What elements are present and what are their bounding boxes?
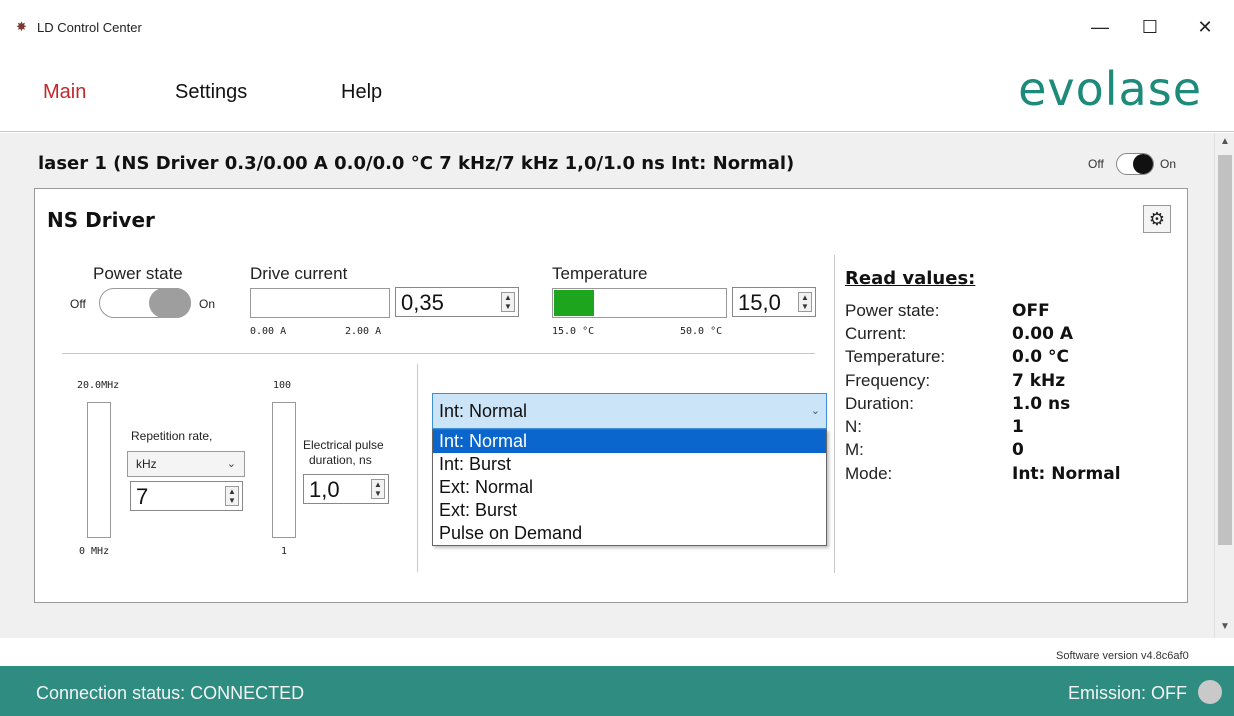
rv-label: Frequency: (845, 371, 931, 390)
rv-value: 0.00 A (1012, 324, 1074, 344)
pulse-label-line1: Electrical pulse (303, 438, 384, 452)
laser-summary: laser 1 (NS Driver 0.3/0.00 A 0.0/0.0 °C… (38, 153, 795, 174)
panel-title: NS Driver (47, 208, 155, 232)
maximize-button[interactable]: ☐ (1130, 12, 1170, 42)
brand-logo: evolase (1018, 62, 1202, 116)
laser-toggle-knob[interactable] (1133, 154, 1153, 174)
rep-rate-label: Repetition rate, (131, 429, 213, 443)
menu-help[interactable]: Help (341, 81, 382, 104)
chevron-down-icon: ⌄ (226, 458, 236, 470)
rv-label: Temperature: (845, 347, 946, 366)
drive-current-spin-icon[interactable]: ▲ ▼ (501, 292, 515, 312)
rv-value: 1.0 ns (1012, 394, 1071, 414)
laser-toggle-off-label: Off (1088, 157, 1104, 171)
mode-options-list: Int: Normal Int: Burst Ext: Normal Ext: … (432, 429, 827, 546)
panel-divider (62, 353, 815, 354)
vertical-divider-left (417, 364, 418, 572)
rep-rate-unit-value: kHz (136, 457, 157, 471)
minimize-button[interactable]: — (1080, 12, 1120, 42)
power-toggle-knob[interactable] (149, 288, 191, 318)
pulse-slider[interactable] (272, 402, 296, 538)
pulse-value[interactable]: 1,0 (309, 477, 340, 503)
rep-rate-top-label: 20.0MHz (77, 380, 120, 391)
temperature-label: Temperature (552, 264, 648, 283)
mode-option[interactable]: Int: Burst (433, 453, 826, 476)
scroll-up-icon[interactable]: ▲ (1215, 136, 1234, 147)
status-bar: Connection status: CONNECTED Emission: O… (0, 666, 1234, 716)
rep-rate-value[interactable]: 7 (136, 484, 148, 510)
scroll-thumb[interactable] (1218, 155, 1232, 545)
pulse-spin-icon[interactable]: ▲ ▼ (371, 479, 385, 499)
software-version: Software version v4.8c6af0 (1056, 650, 1189, 662)
close-button[interactable]: ✕ (1185, 12, 1225, 42)
window-title: LD Control Center (37, 20, 142, 35)
menu-settings[interactable]: Settings (175, 81, 247, 104)
mode-option[interactable]: Int: Normal (433, 430, 826, 453)
rep-rate-bottom-label: 0 MHz (79, 546, 110, 557)
mode-select[interactable]: Int: Normal ⌄ (432, 393, 827, 429)
pulse-spinbox[interactable]: 1,0 ▲ ▼ (303, 474, 389, 504)
power-off-label: Off (70, 297, 86, 311)
rv-value: Int: Normal (1012, 464, 1121, 484)
emission-status: Emission: OFF (1067, 683, 1187, 703)
menu-main[interactable]: Main (43, 81, 86, 104)
rv-value: 1 (1012, 417, 1024, 437)
laser-toggle-on-label: On (1160, 157, 1177, 171)
menu-bar: Main Settings Help evolase (0, 52, 1234, 132)
drive-current-label: Drive current (250, 264, 348, 283)
pulse-top-label: 100 (273, 380, 292, 391)
power-on-label: On (199, 297, 216, 311)
rv-label: Current: (845, 324, 907, 343)
temperature-bar (552, 288, 727, 318)
read-values-title: Read values: (845, 268, 976, 289)
rep-rate-unit-select[interactable]: kHz ⌄ (127, 451, 245, 477)
rv-value: 7 kHz (1012, 371, 1066, 391)
pulse-label-line2: duration, ns (309, 453, 372, 467)
mode-select-value: Int: Normal (439, 401, 528, 421)
power-state-label: Power state (93, 264, 183, 283)
chevron-down-icon[interactable]: ⌄ (811, 404, 820, 417)
rv-label: Duration: (845, 394, 914, 413)
rv-value: OFF (1012, 301, 1050, 321)
rep-rate-spinbox[interactable]: 7 ▲ ▼ (130, 481, 243, 511)
drive-current-spinbox[interactable]: 0,35 ▲ ▼ (395, 287, 519, 317)
rv-value: 0 (1012, 440, 1024, 460)
drive-current-max: 2.00 A (345, 326, 382, 337)
mode-option[interactable]: Ext: Normal (433, 476, 826, 499)
rep-rate-spin-icon[interactable]: ▲ ▼ (225, 486, 239, 506)
rv-label: N: (845, 417, 862, 436)
mode-option[interactable]: Pulse on Demand (433, 522, 826, 545)
vertical-divider-right (834, 255, 835, 573)
drive-current-value[interactable]: 0,35 (401, 290, 444, 316)
app-laser-icon: ✸ (16, 19, 27, 34)
rv-label: Mode: (845, 464, 893, 483)
temperature-value[interactable]: 15,0 (738, 290, 781, 316)
drive-current-bar (250, 288, 390, 318)
pulse-bottom-label: 1 (281, 546, 288, 557)
rep-rate-slider[interactable] (87, 402, 111, 538)
rv-value: 0.0 °C (1012, 347, 1070, 367)
temperature-spin-icon[interactable]: ▲ ▼ (798, 292, 812, 312)
temperature-fill (554, 290, 594, 316)
temperature-min: 15.0 °C (552, 326, 595, 337)
mode-option[interactable]: Ext: Burst (433, 499, 826, 522)
scroll-down-icon[interactable]: ▼ (1215, 621, 1234, 632)
vertical-scrollbar[interactable]: ▲ ▼ (1214, 133, 1234, 638)
drive-current-min: 0.00 A (250, 326, 287, 337)
connection-status: Connection status: CONNECTED (36, 683, 305, 703)
temperature-spinbox[interactable]: 15,0 ▲ ▼ (732, 287, 816, 317)
temperature-max: 50.0 °C (680, 326, 723, 337)
rv-label: M: (845, 440, 864, 459)
rv-label: Power state: (845, 301, 940, 320)
emission-indicator-icon (1198, 680, 1222, 704)
gear-icon[interactable]: ⚙ (1143, 205, 1171, 233)
title-bar: ✸ LD Control Center — ☐ ✕ (0, 0, 1234, 52)
